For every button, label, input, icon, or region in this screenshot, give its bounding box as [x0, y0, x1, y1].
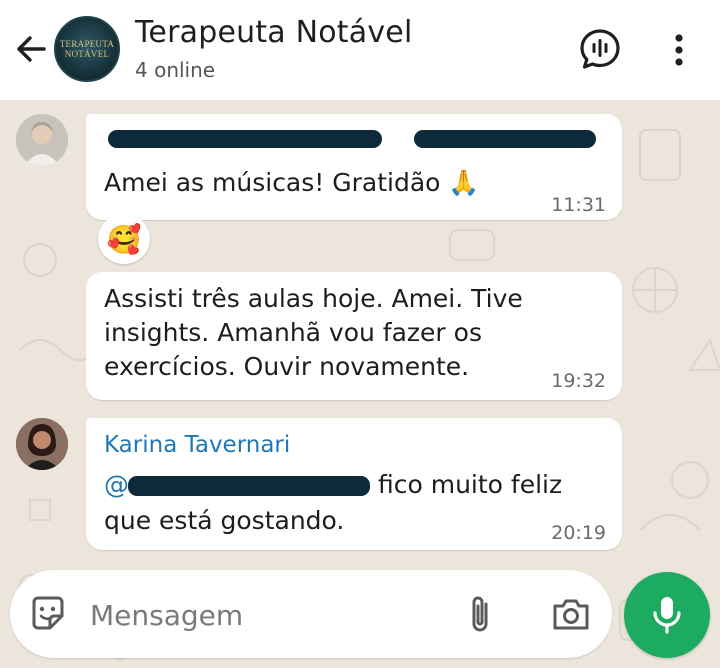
message-text-line: que está gostando. [104, 506, 345, 535]
sender-avatar[interactable] [16, 418, 68, 470]
message-reaction[interactable]: 🥰 [98, 214, 150, 264]
message-bubble[interactable]: Amei as músicas! Gratidão 🙏 11:31 [86, 114, 622, 220]
message-text: Amei as músicas! Gratidão 🙏 [104, 168, 480, 197]
chat-header: TERAPEUTA NOTÁVEL Terapeuta Notável 4 on… [0, 0, 720, 100]
microphone-button[interactable] [624, 572, 710, 658]
message-time: 11:31 [551, 194, 606, 216]
paperclip-icon[interactable] [462, 592, 498, 636]
more-vertical-icon[interactable] [668, 30, 690, 70]
chat-title[interactable]: Terapeuta Notável [135, 15, 413, 50]
message-text-line: Assisti três aulas hoje. Amei. Tive [104, 284, 523, 313]
sticker-icon[interactable] [28, 594, 68, 634]
message-input[interactable] [90, 596, 450, 634]
sender-name[interactable]: Karina Tavernari [104, 432, 290, 458]
avatar-text-line1: TERAPEUTA [59, 39, 115, 49]
reaction-emoji: 🥰 [106, 223, 142, 255]
sender-avatar[interactable] [16, 114, 68, 166]
message-time: 19:32 [551, 370, 606, 392]
person-photo-icon [16, 418, 68, 470]
message-text-line: exercícios. Ouvir novamente. [104, 352, 470, 381]
online-status: 4 online [135, 58, 216, 82]
message-text-line: insights. Amanhã vou fazer os [104, 318, 482, 347]
avatar-text-line2: NOTÁVEL [64, 49, 110, 59]
mention-prefix[interactable]: @ [104, 466, 129, 504]
message-time: 20:19 [551, 522, 606, 544]
message-bubble[interactable]: Assisti três aulas hoje. Amei. Tive insi… [86, 272, 622, 400]
message-text-line: fico muito feliz [378, 470, 563, 499]
voice-chat-icon[interactable] [577, 26, 623, 72]
redacted-mention [128, 476, 370, 496]
person-photo-icon [16, 114, 68, 166]
microphone-icon [653, 597, 681, 634]
redacted-sender-phone [414, 130, 596, 148]
message-bubble[interactable]: Karina Tavernari @ fico muito feliz que … [86, 418, 622, 550]
camera-icon[interactable] [550, 594, 592, 634]
message-composer [10, 570, 612, 658]
redacted-sender-name [108, 130, 382, 148]
back-arrow-icon[interactable] [12, 30, 50, 68]
group-avatar[interactable]: TERAPEUTA NOTÁVEL [54, 16, 120, 82]
